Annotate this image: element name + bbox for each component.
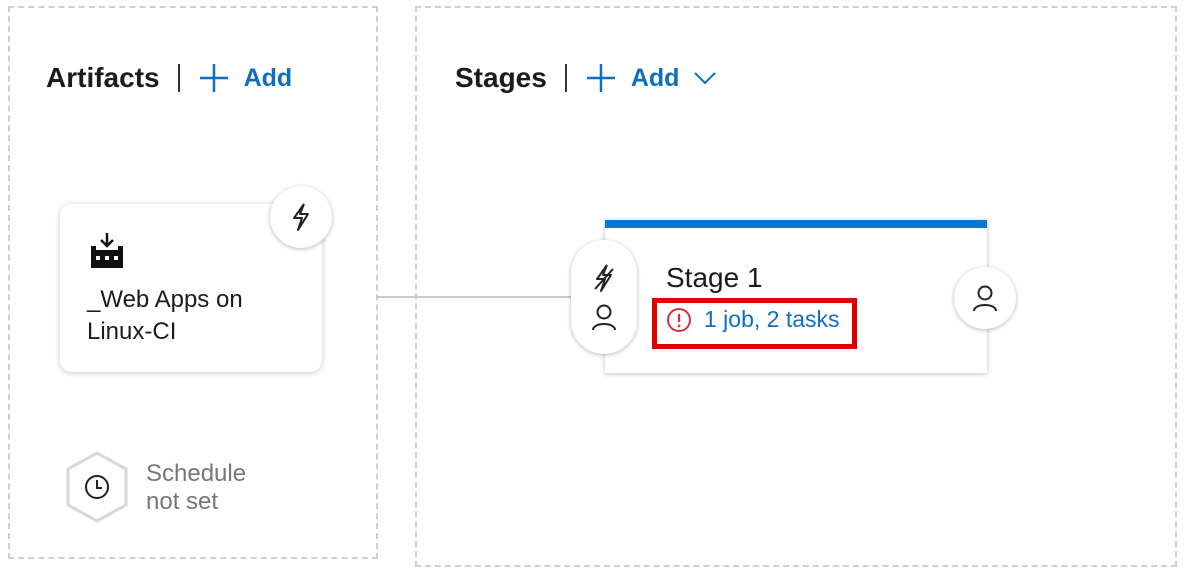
pre-deployment-conditions-button[interactable]: [571, 240, 637, 354]
artifact-name-line1: _Web Apps on: [87, 286, 243, 313]
person-icon: [973, 285, 997, 312]
stage-name[interactable]: Stage 1: [666, 262, 763, 294]
stages-header: Stages Add: [455, 58, 731, 98]
build-artifact-icon: [91, 233, 123, 268]
add-stage-button[interactable]: Add: [585, 62, 732, 94]
lightning-icon: [594, 264, 614, 292]
artifact-name: _Web Apps on Linux-CI: [87, 284, 287, 348]
plus-icon: [586, 64, 615, 92]
person-icon: [592, 304, 616, 331]
stages-title: Stages: [455, 62, 547, 93]
stage-card[interactable]: [605, 220, 987, 373]
chevron-down-icon[interactable]: [693, 70, 717, 86]
schedule-line2: not set: [146, 488, 219, 515]
add-artifact-button[interactable]: Add: [198, 62, 293, 94]
post-deployment-approvals-button[interactable]: [954, 267, 1016, 329]
artifact-name-line2: Linux-CI: [87, 318, 177, 345]
error-circle-icon: [667, 307, 691, 332]
artifacts-header: Artifacts Add: [46, 58, 292, 98]
stage-tasks-label: 1 job, 2 tasks: [704, 306, 840, 332]
header-divider: [564, 64, 567, 92]
schedule-status: Schedule not set: [146, 460, 246, 516]
header-divider: [177, 64, 180, 92]
stage-tasks-link[interactable]: 1 job, 2 tasks: [666, 306, 840, 333]
artifacts-title: Artifacts: [46, 62, 160, 93]
add-stage-label: Add: [630, 63, 680, 92]
continuous-deployment-trigger-button[interactable]: [270, 186, 332, 248]
schedule-trigger-button[interactable]: [64, 450, 130, 529]
lightning-icon: [293, 203, 309, 231]
plus-icon: [199, 64, 228, 92]
connector-line: [376, 296, 572, 298]
schedule-line1: Schedule: [146, 460, 247, 487]
add-artifact-label: Add: [243, 63, 293, 92]
